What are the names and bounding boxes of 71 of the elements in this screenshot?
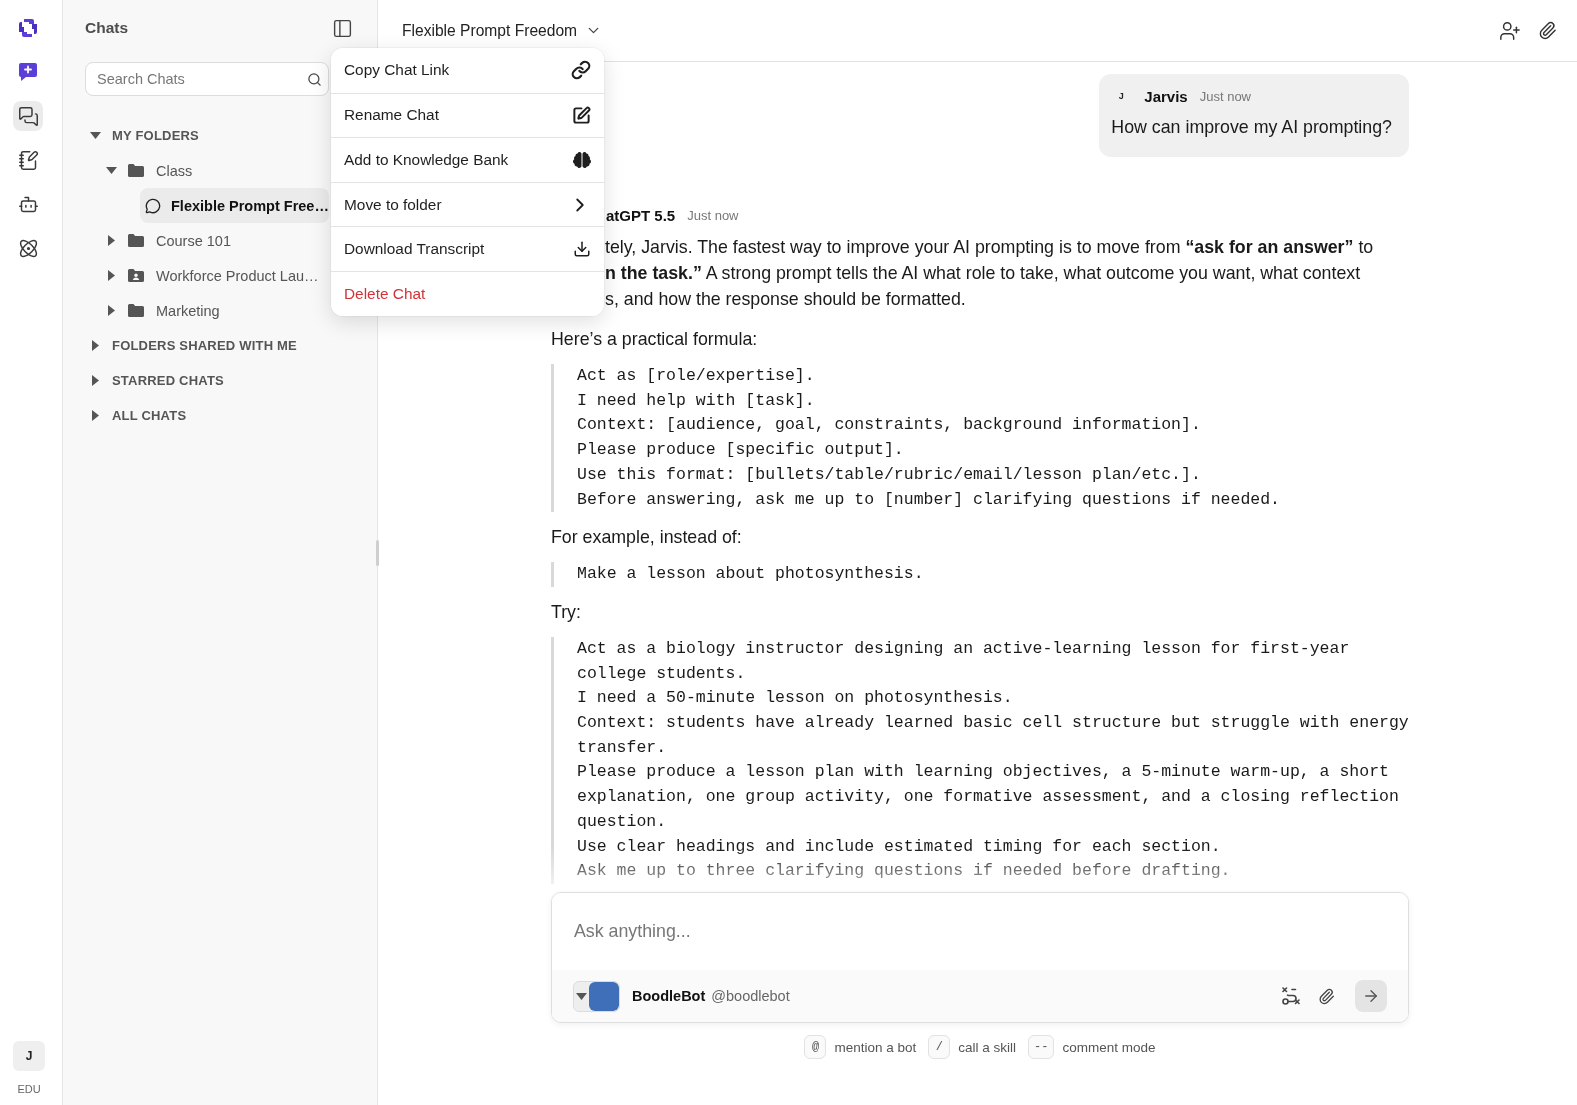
message-paragraph: Try: bbox=[551, 600, 582, 624]
message-input[interactable]: Ask anything... bbox=[552, 893, 1408, 970]
plan-label: EDU bbox=[16, 1083, 42, 1095]
route-off-icon[interactable] bbox=[1282, 987, 1300, 1005]
message-paragraph: For example, instead of: bbox=[551, 526, 743, 550]
key-hint: @ bbox=[804, 1035, 827, 1059]
nav-button[interactable] bbox=[13, 101, 43, 131]
menu-item[interactable]: Add to Knowledge Bank bbox=[331, 137, 604, 182]
composer-field[interactable]: Ask anything... BoodleBot @boodlebot bbox=[551, 892, 1409, 1023]
folder-icon bbox=[128, 234, 144, 247]
edit-icon bbox=[572, 105, 591, 125]
section-header[interactable]: ALL CHATS bbox=[85, 398, 187, 433]
message-paragraph: Here’s a practical formula: bbox=[551, 328, 759, 351]
download-icon bbox=[573, 240, 591, 259]
atom-icon bbox=[17, 237, 39, 259]
menu-item[interactable]: Download Transcript bbox=[331, 226, 604, 271]
prompt-quote: Make a lesson about photosynthesis. bbox=[551, 562, 1409, 587]
key-hint: -- bbox=[1028, 1035, 1055, 1059]
chat-list-item[interactable]: Flexible Prompt Free… bbox=[140, 188, 329, 223]
author-name: Jarvis bbox=[1144, 87, 1188, 105]
section-header[interactable]: MY FOLDERS bbox=[85, 118, 199, 153]
sidebar-title: Chats bbox=[85, 19, 129, 37]
bot-avatar-image bbox=[589, 981, 619, 1011]
prompt-quote: Act as a biology instructor designing an active-learning lesson for first-year college students. I need a 50-minute lesson on photosynthesis. Context: students have already learned basic cell structure but struggle with energy transfer. Please produce a lesson plan with learning objectives, a 5-minute warm-up, a short explanation, one group activity, one formative assessment, and a closing reflection question. Use clear headings and include estimated timing for each section. Ask me up to three clarifying questions if needed before drafting. bbox=[551, 636, 1409, 884]
bot-name: BoodleBot bbox=[632, 988, 706, 1004]
folder-item[interactable]: Class bbox=[85, 153, 193, 188]
sidebar-toggle-icon[interactable] bbox=[332, 17, 353, 39]
message-text: How can improve my AI prompting? bbox=[1111, 116, 1392, 139]
user-avatar[interactable]: J bbox=[13, 1041, 45, 1071]
brain-icon bbox=[573, 151, 591, 169]
folder-item[interactable]: Workforce Product Lau… bbox=[85, 258, 319, 293]
search-input[interactable]: Search Chats bbox=[97, 71, 307, 87]
menu-item[interactable]: Copy Chat Link bbox=[331, 48, 604, 93]
folder-icon bbox=[128, 304, 144, 317]
search-icon[interactable] bbox=[307, 71, 322, 87]
folder-icon bbox=[128, 164, 144, 177]
prompt-quote: Act as [role/expertise]. I need help with [task]. Context: [audience, goal, constraints, background information]. Please produce [specific output]. Use this format: [bullets/table/rubric/email/lesson plan/etc.]. Before answering, ask me up to [number] clarifying questions if needed. bbox=[551, 364, 1409, 513]
avatar-initial: J bbox=[1117, 90, 1125, 103]
menu-item[interactable]: Delete Chat bbox=[331, 270, 604, 316]
hint-label: call a skill bbox=[958, 1039, 1017, 1055]
folder-item[interactable]: Marketing bbox=[85, 293, 220, 328]
chats-icon bbox=[17, 105, 39, 127]
add-user-icon[interactable] bbox=[1499, 19, 1521, 42]
hint-label: comment mode bbox=[1062, 1039, 1156, 1055]
arrow-right-icon bbox=[1362, 987, 1380, 1005]
paperclip-icon[interactable] bbox=[1538, 21, 1557, 40]
section-header[interactable]: FOLDERS SHARED WITH ME bbox=[85, 328, 297, 363]
search-field[interactable]: Search Chats bbox=[85, 62, 329, 96]
message-time: Just now bbox=[1199, 88, 1251, 104]
chat-bubble-icon bbox=[145, 197, 161, 214]
new-chat-icon bbox=[18, 62, 38, 82]
bot-handle: @boodlebot bbox=[711, 988, 790, 1004]
link-icon bbox=[571, 60, 591, 81]
chat-title-dropdown[interactable]: Flexible Prompt Freedom bbox=[402, 21, 603, 40]
paperclip-icon[interactable] bbox=[1318, 987, 1335, 1005]
section-header[interactable]: STARRED CHATS bbox=[85, 363, 224, 398]
send-button[interactable] bbox=[1355, 980, 1387, 1012]
key-hint: / bbox=[928, 1035, 951, 1059]
bot-picker-button[interactable] bbox=[573, 980, 620, 1012]
caret-down-icon bbox=[576, 992, 587, 1000]
notebook-icon bbox=[17, 149, 39, 171]
logo-icon[interactable] bbox=[17, 17, 39, 39]
shared-folder-icon bbox=[128, 269, 144, 282]
menu-item[interactable]: Rename Chat bbox=[331, 92, 604, 138]
message-time: Just now bbox=[687, 207, 739, 223]
message-paragraph: tely, Jarvis. The fastest way to improve your AI prompting is to move from “ask for an answer” to n the task.” A strong prompt tells the AI what role to take, what outcome you want, what context s, and how the response should be formatted. bbox=[605, 236, 1374, 311]
folder-item[interactable]: Course 101 bbox=[85, 223, 231, 258]
hint-label: mention a bot bbox=[834, 1039, 917, 1055]
menu-item[interactable]: Move to folder bbox=[331, 181, 604, 227]
author-name: atGPT 5.5 bbox=[606, 206, 676, 224]
resize-handle[interactable] bbox=[376, 540, 379, 566]
